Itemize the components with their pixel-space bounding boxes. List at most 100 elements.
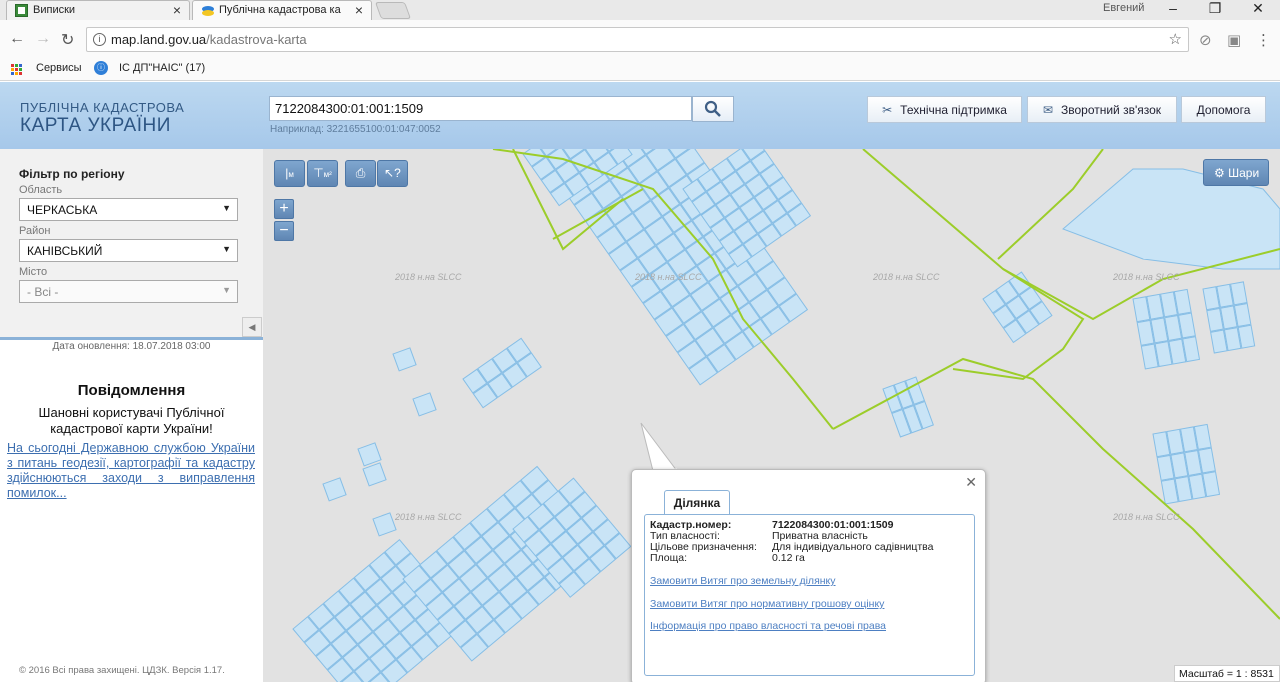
left-panel: Фільтр по регіону Область ЧЕРКАСЬКА ▼ Ра… xyxy=(0,149,263,682)
close-icon[interactable]: × xyxy=(173,2,181,18)
browser-tab-vypysky[interactable]: Виписки × xyxy=(6,0,190,20)
layers-button[interactable]: ⚙ Шари xyxy=(1203,159,1269,186)
close-icon[interactable]: ✕ xyxy=(965,474,977,491)
parcel-cluster-right2 xyxy=(1202,281,1256,354)
dropdown-arrow-icon: ▼ xyxy=(222,285,231,295)
url-path: /kadastrova-karta xyxy=(206,32,307,47)
cadastral-map[interactable]: 2018 н.на SLCC 2018 н.на SLCC 2018 н.на … xyxy=(263,149,1280,682)
address-bar[interactable]: i map.land.gov.ua/kadastrova-karta ☆ xyxy=(86,27,1189,52)
browser-tabstrip: Виписки × Публічна кадастрова ка × Евген… xyxy=(0,0,1280,20)
help-label: Допомога xyxy=(1196,103,1251,117)
parcel xyxy=(372,512,397,537)
feedback-label: Зворотний зв'язок xyxy=(1060,103,1162,117)
watermark: 2018 н.на SLCC xyxy=(635,272,702,282)
notice-title: Повідомлення xyxy=(77,382,186,399)
ownership-info-link[interactable]: Інформація про право власності та речові… xyxy=(650,620,886,632)
oblast-select[interactable]: ЧЕРКАСЬКА ▼ xyxy=(19,198,238,221)
rayon-select[interactable]: КАНІВСЬКИЙ ▼ xyxy=(19,239,238,262)
identify-button[interactable]: ↖? xyxy=(377,160,408,187)
parcel-cluster-right3 xyxy=(1152,423,1221,505)
envelope-icon: ✉ xyxy=(1042,103,1053,117)
footer-copyright: © 2016 Всі права захищені. ЦДЗК. Версія … xyxy=(19,665,225,676)
parcel xyxy=(392,347,417,372)
parcel xyxy=(412,392,437,417)
row-key: Площа: xyxy=(650,552,688,564)
new-tab-button[interactable] xyxy=(374,2,412,19)
maximize-icon[interactable]: ❐ xyxy=(1200,0,1230,17)
row-value: 0.12 га xyxy=(772,552,805,564)
logo-line1[interactable]: ПУБЛІЧНА КАДАСТРОВА xyxy=(20,100,184,115)
zoom-in-button[interactable]: + xyxy=(274,199,294,219)
tab-label: Виписки xyxy=(33,4,76,16)
search-icon xyxy=(704,100,721,117)
zoom-out-button[interactable]: − xyxy=(274,221,294,241)
cast-icon[interactable]: ▣ xyxy=(1227,31,1241,49)
search-button[interactable] xyxy=(692,96,734,122)
logo-line2[interactable]: КАРТА УКРАЇНИ xyxy=(20,115,171,137)
order-extract-link[interactable]: Замовити Витяг про земельну ділянку xyxy=(650,575,836,587)
star-icon[interactable]: ☆ xyxy=(1169,30,1182,48)
order-valuation-link[interactable]: Замовити Витяг про нормативну грошову оц… xyxy=(650,598,884,610)
boundary-line xyxy=(997,149,1104,260)
city-value: - Всі - xyxy=(27,285,59,299)
tools-icon: ✂ xyxy=(882,103,893,117)
oblast-label: Область xyxy=(19,184,63,196)
help-button[interactable]: Допомога xyxy=(1181,96,1266,123)
window-close-icon[interactable]: ✕ xyxy=(1243,0,1273,17)
cursor-question-icon: ↖? xyxy=(384,166,401,180)
back-icon[interactable]: ← xyxy=(9,30,25,48)
support-label: Технічна підтримка xyxy=(900,103,1007,117)
bookmark-services[interactable]: Сервисы xyxy=(36,62,82,74)
parcel-popup: ✕ Ділянка Кадастр.номер: 7122084300:01:0… xyxy=(631,469,986,682)
city-label: Місто xyxy=(19,266,48,278)
region-filter: Фільтр по регіону Область ЧЕРКАСЬКА ▼ Ра… xyxy=(0,149,263,340)
watermark: 2018 н.на SLCC xyxy=(873,272,940,282)
dropdown-arrow-icon: ▼ xyxy=(222,203,231,213)
profile-name[interactable]: Евгений xyxy=(1103,2,1144,14)
rayon-value: КАНІВСЬКИЙ xyxy=(27,244,103,258)
menu-icon[interactable]: ⋮ xyxy=(1256,31,1271,49)
ukraine-favicon-icon xyxy=(201,4,214,17)
measure-area-button[interactable]: ⊤м² xyxy=(307,160,338,187)
city-select[interactable]: - Всі - ▼ xyxy=(19,280,238,303)
tab-label: Публічна кадастрова ка xyxy=(219,4,341,16)
print-button[interactable]: ⎙ xyxy=(345,160,376,187)
parcel-info: Кадастр.номер: 7122084300:01:001:1509 Ти… xyxy=(644,514,975,676)
measure-distance-button[interactable]: |м xyxy=(274,160,305,187)
feedback-button[interactable]: ✉ Зворотний зв'язок xyxy=(1027,96,1177,123)
parcel-cluster-mid-right xyxy=(982,271,1053,344)
close-icon[interactable]: × xyxy=(355,2,363,18)
filter-title: Фільтр по регіону xyxy=(19,167,125,181)
parcel-cluster-mid xyxy=(462,337,542,409)
minimize-icon[interactable]: – xyxy=(1158,0,1188,16)
parcel xyxy=(357,442,382,467)
reload-icon[interactable]: ↻ xyxy=(61,30,74,50)
info-icon[interactable]: i xyxy=(93,33,106,46)
search-hint: Наприклад: 3221655100:01:047:0052 xyxy=(270,124,441,135)
notice-link[interactable]: На сьогодні Державною службою України з … xyxy=(7,441,255,501)
cadastre-search-input[interactable]: 7122084300:01:001:1509 xyxy=(269,96,692,121)
extension-icon[interactable]: ⊘ xyxy=(1199,31,1212,49)
tab-parcel[interactable]: Ділянка xyxy=(664,490,730,515)
parcel xyxy=(362,462,387,487)
bookmark-nais[interactable]: ІС ДП"НАІС" (17) xyxy=(119,62,205,74)
tab-favicon-icon xyxy=(15,4,28,17)
support-button[interactable]: ✂ Технічна підтримка xyxy=(867,96,1022,123)
watermark: 2018 н.на SLCC xyxy=(395,272,462,282)
app-header: ПУБЛІЧНА КАДАСТРОВА КАРТА УКРАЇНИ 712208… xyxy=(0,82,1280,149)
apps-grid-icon[interactable] xyxy=(10,63,22,75)
browser-tab-kadastr[interactable]: Публічна кадастрова ка × xyxy=(192,0,372,20)
url-host: map.land.gov.ua xyxy=(111,32,207,47)
gear-icon: ⚙ xyxy=(1214,166,1225,180)
map-scale: Масштаб = 1 : 8531 xyxy=(1174,665,1280,682)
watermark: 2018 н.на SLCC xyxy=(1113,272,1180,282)
rayon-label: Район xyxy=(19,225,51,237)
dropdown-arrow-icon: ▼ xyxy=(222,244,231,254)
boundary-line xyxy=(862,149,1085,381)
oblast-value: ЧЕРКАСЬКА xyxy=(27,203,98,217)
forward-icon[interactable]: → xyxy=(35,30,51,48)
watermark: 2018 н.на SLCC xyxy=(395,512,462,522)
watermark: 2018 н.на SLCC xyxy=(1113,512,1180,522)
collapse-panel-button[interactable]: ◀ xyxy=(242,317,262,337)
parcel xyxy=(322,477,347,502)
